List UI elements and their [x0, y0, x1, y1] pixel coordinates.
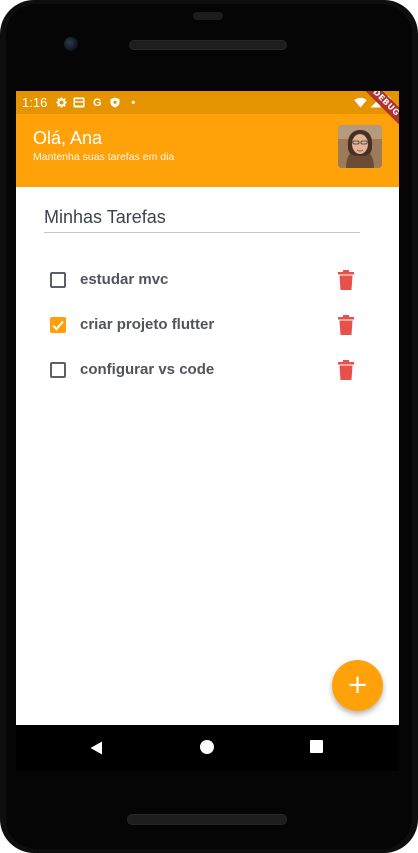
task-item: configurar vs code	[16, 350, 399, 390]
home-icon[interactable]	[200, 740, 214, 754]
task-label: criar projeto flutter	[80, 316, 215, 333]
front-camera	[64, 37, 78, 51]
status-time: 1:16	[22, 95, 48, 110]
back-icon[interactable]	[90, 741, 103, 755]
task-checkbox[interactable]	[50, 362, 66, 378]
avatar[interactable]	[338, 125, 382, 168]
greeting-subtitle: Mantenha suas tarefas em dia	[33, 151, 175, 163]
phone-frame: 1:16 G • Olá, Ana Mantenha suas tarefas …	[0, 0, 418, 853]
trash-icon[interactable]	[338, 315, 354, 335]
image-icon	[73, 97, 85, 109]
bottom-speaker	[127, 814, 287, 825]
trash-icon[interactable]	[338, 270, 354, 290]
app-bar: Olá, Ana Mantenha suas tarefas em dia	[16, 114, 399, 187]
task-label: configurar vs code	[80, 361, 215, 378]
recents-icon[interactable]	[310, 740, 323, 753]
task-label: estudar mvc	[80, 271, 169, 288]
status-bar: 1:16 G •	[16, 91, 399, 114]
top-sensor	[193, 12, 223, 20]
task-item: criar projeto flutter	[16, 305, 399, 345]
greeting-title: Olá, Ana	[33, 128, 103, 148]
earpiece-speaker	[129, 40, 287, 50]
status-notification-icons: G •	[55, 97, 139, 109]
dot-icon: •	[131, 96, 136, 109]
task-item: estudar mvc	[16, 260, 399, 300]
section-title: Minhas Tarefas	[44, 207, 166, 227]
wifi-icon	[354, 97, 367, 107]
android-nav-bar	[16, 725, 399, 771]
shield-icon	[109, 97, 121, 109]
check-icon	[52, 320, 64, 331]
task-checkbox[interactable]	[50, 272, 66, 288]
gear-icon	[55, 97, 67, 109]
task-checkbox[interactable]	[50, 317, 66, 333]
trash-icon[interactable]	[338, 360, 354, 380]
app-screen: 1:16 G • Olá, Ana Mantenha suas tarefas …	[16, 91, 399, 725]
section-divider	[44, 232, 360, 233]
google-icon: G	[93, 96, 102, 109]
add-task-button[interactable]: +	[332, 660, 383, 711]
